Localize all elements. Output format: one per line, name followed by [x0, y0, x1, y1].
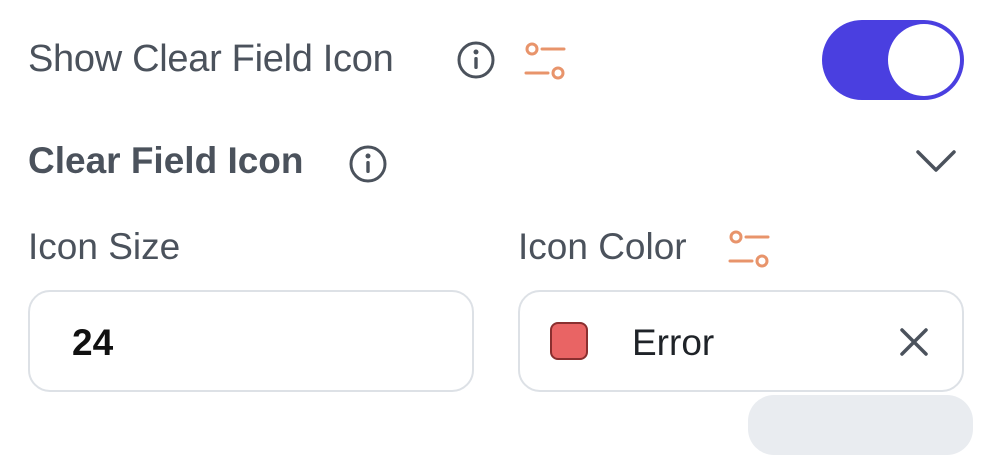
show-clear-field-icon-toggle[interactable] — [822, 20, 964, 100]
icon-size-value: 24 — [72, 322, 114, 363]
info-icon[interactable] — [456, 40, 496, 80]
show-clear-field-icon-label: Show Clear Field Icon — [28, 38, 394, 80]
clear-field-icon-section-header[interactable]: Clear Field Icon — [28, 132, 972, 192]
variable-binding-icon[interactable] — [726, 226, 772, 272]
close-icon[interactable] — [898, 326, 930, 358]
toggle-knob — [888, 24, 960, 96]
icon-color-select[interactable]: Error — [518, 290, 964, 392]
icon-size-input[interactable]: 24 — [28, 290, 474, 392]
info-icon[interactable] — [348, 144, 388, 184]
partial-button[interactable] — [748, 395, 973, 455]
variable-binding-icon[interactable] — [522, 38, 568, 84]
clear-field-icon-section-title: Clear Field Icon — [28, 140, 304, 181]
icon-color-label: Icon Color — [518, 226, 687, 267]
chevron-down-icon[interactable] — [914, 146, 958, 176]
icon-color-value: Error — [632, 322, 715, 363]
color-swatch — [550, 322, 588, 360]
icon-size-label: Icon Size — [28, 226, 181, 267]
show-clear-field-icon-row: Show Clear Field Icon — [28, 20, 972, 100]
